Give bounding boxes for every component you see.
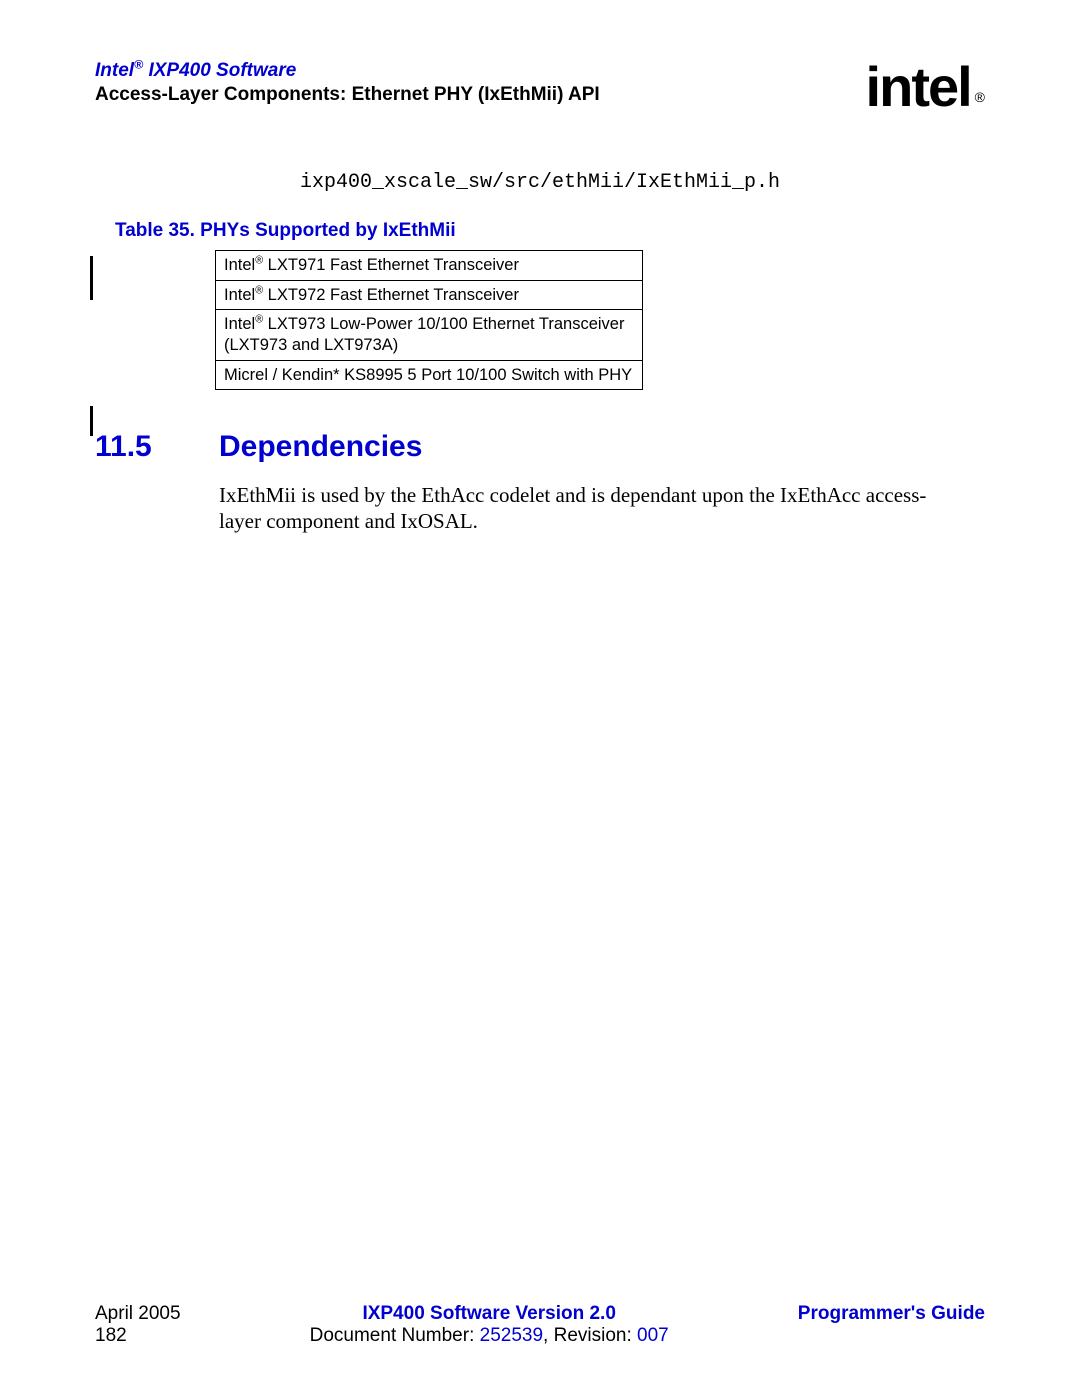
- change-bar-icon: [90, 256, 93, 300]
- table-row: Intel® LXT971 Fast Ethernet Transceiver: [216, 251, 643, 281]
- footer-version: IXP400 Software Version 2.0: [310, 1303, 669, 1325]
- table-cell: Intel® LXT972 Fast Ethernet Transceiver: [216, 280, 643, 310]
- header-subtitle: Access-Layer Components: Ethernet PHY (I…: [95, 84, 600, 106]
- rev-prefix: , Revision:: [543, 1325, 637, 1346]
- header-title: Intel® IXP400 Software: [95, 60, 600, 82]
- registered-icon: ®: [255, 284, 263, 296]
- section-body: IxEthMii is used by the EthAcc codelet a…: [219, 482, 929, 535]
- section-heading: 11.5 Dependencies: [95, 430, 985, 464]
- cell-rest: LXT972 Fast Ethernet Transceiver: [263, 286, 519, 304]
- source-path: ixp400_xscale_sw/src/ethMii/IxEthMii_p.h: [95, 171, 985, 194]
- document-page: Intel® IXP400 Software Access-Layer Comp…: [0, 0, 1080, 1397]
- header-title-rest: IXP400 Software: [143, 60, 296, 81]
- intel-logo: intel ®: [866, 54, 985, 119]
- revision: 007: [637, 1325, 669, 1346]
- footer-left: April 2005 182: [95, 1303, 181, 1347]
- table-cell: Micrel / Kendin* KS8995 5 Port 10/100 Sw…: [216, 360, 643, 390]
- header-title-pre: Intel: [95, 60, 134, 81]
- registered-icon: ®: [255, 255, 263, 267]
- cell-rest: LXT971 Fast Ethernet Transceiver: [263, 256, 519, 274]
- footer-right: Programmer's Guide: [798, 1303, 985, 1347]
- page-footer: April 2005 182 IXP400 Software Version 2…: [95, 1303, 985, 1347]
- table-row: Intel® LXT972 Fast Ethernet Transceiver: [216, 280, 643, 310]
- table-cell: Intel® LXT973 Low-Power 10/100 Ethernet …: [216, 310, 643, 360]
- section-title: Dependencies: [219, 430, 422, 464]
- cell-rest: LXT973 Low-Power 10/100 Ethernet Transce…: [224, 315, 624, 354]
- section-number: 11.5: [95, 430, 219, 464]
- logo-text: intel: [866, 54, 971, 119]
- page-number: 182: [95, 1325, 181, 1347]
- footer-guide-title: Programmer's Guide: [798, 1303, 985, 1325]
- table-cell: Intel® LXT971 Fast Ethernet Transceiver: [216, 251, 643, 281]
- footer-center: IXP400 Software Version 2.0 Document Num…: [310, 1303, 669, 1347]
- header-text-block: Intel® IXP400 Software Access-Layer Comp…: [95, 60, 600, 106]
- change-bar-icon: [90, 406, 93, 436]
- registered-icon: ®: [975, 89, 985, 105]
- table-row: Micrel / Kendin* KS8995 5 Port 10/100 Sw…: [216, 360, 643, 390]
- page-header: Intel® IXP400 Software Access-Layer Comp…: [95, 60, 985, 119]
- table-caption: Table 35. PHYs Supported by IxEthMii: [115, 220, 985, 242]
- cell-pre: Intel: [224, 286, 255, 304]
- table-row: Intel® LXT973 Low-Power 10/100 Ethernet …: [216, 310, 643, 360]
- footer-docinfo: Document Number: 252539, Revision: 007: [310, 1325, 669, 1347]
- footer-date: April 2005: [95, 1303, 181, 1325]
- registered-icon: ®: [134, 58, 143, 72]
- phy-table: Intel® LXT971 Fast Ethernet Transceiver …: [215, 250, 643, 390]
- cell-pre: Intel: [224, 315, 255, 333]
- registered-icon: ®: [255, 314, 263, 326]
- docnum: 252539: [480, 1325, 543, 1346]
- cell-pre: Micrel / Kendin* KS8995 5 Port 10/100 Sw…: [224, 366, 632, 384]
- cell-pre: Intel: [224, 256, 255, 274]
- docnum-prefix: Document Number:: [310, 1325, 480, 1346]
